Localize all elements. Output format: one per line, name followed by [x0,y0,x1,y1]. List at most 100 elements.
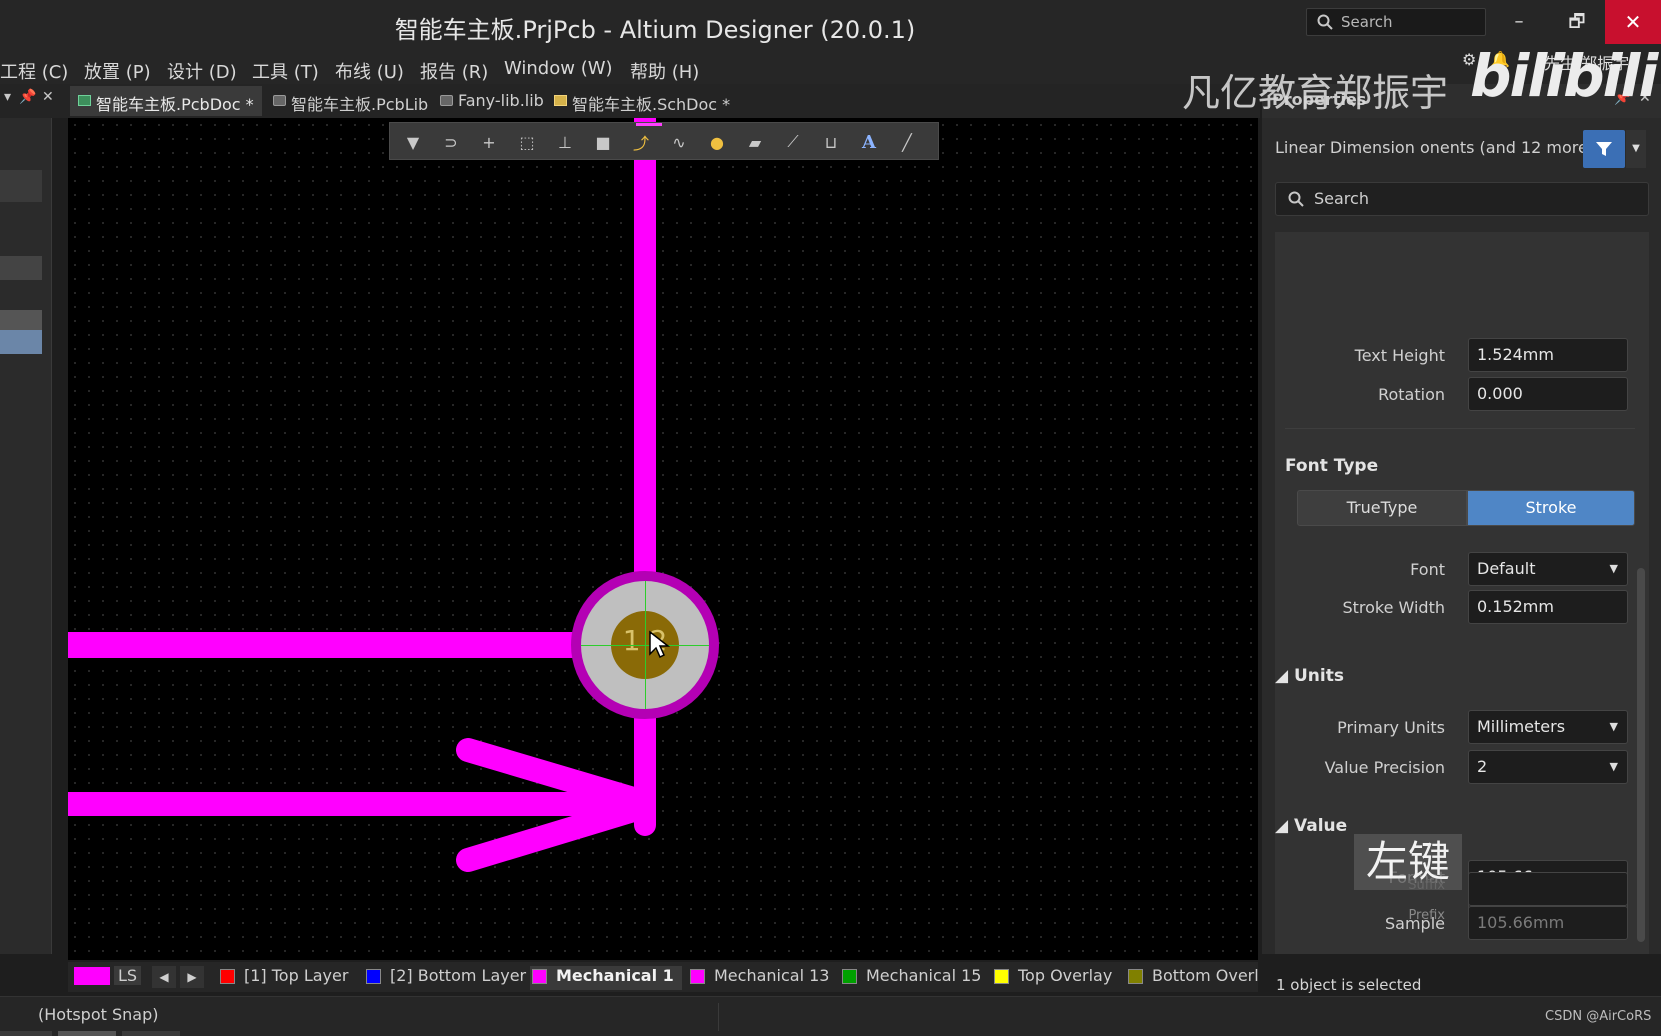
cross-icon[interactable]: + [478,131,500,153]
left-panel-selected-item[interactable] [0,330,42,354]
menu-design[interactable]: 设计 (D) [167,58,237,84]
units-section-toggle[interactable]: ◢ Units [1275,666,1344,686]
units-heading: Units [1294,666,1344,686]
stroke-toggle[interactable]: Stroke [1467,490,1635,526]
tab-schdoc[interactable]: 智能车主板.SchDoc * [546,86,738,116]
layer-set-button[interactable]: LS [114,966,142,985]
tab-fany-lib[interactable]: Fany-lib.lib [432,86,552,116]
pcb-canvas[interactable]: 1 2 [68,118,1258,960]
text-height-field[interactable]: 1.524mm [1468,338,1628,372]
panel-tab[interactable] [122,1031,180,1036]
menu-project[interactable]: 工程 (C) [0,58,68,84]
watermark-text: 凡亿教育郑振宇 [1182,71,1449,115]
font-select[interactable]: Default [1468,552,1628,586]
left-panel-item[interactable] [0,170,42,202]
mouse-cursor-icon [649,630,670,659]
selection-filter-label[interactable]: Linear Dimension onents (and 12 more) [1275,138,1594,157]
divider [1285,428,1635,429]
menu-reports[interactable]: 报告 (R) [420,58,488,84]
layer-tab-label: [2] Bottom Layer [390,966,527,985]
filter-icon [1596,142,1612,156]
layer-tab-bottom-overlay[interactable]: Bottom Overl [1126,966,1259,990]
panel-close-icon[interactable]: ✕ [42,89,54,105]
primary-units-select[interactable]: Millimeters [1468,710,1628,744]
properties-search-placeholder: Search [1314,189,1369,208]
filter-button[interactable] [1583,130,1625,168]
left-panel-item[interactable] [0,256,42,280]
layer-tab-bottom[interactable]: [2] Bottom Layer [364,966,526,990]
global-search-input[interactable]: Search [1306,8,1486,36]
component-icon[interactable]: ■ [592,131,614,153]
polygon-icon[interactable]: ▰ [744,131,766,153]
properties-scrollbar[interactable] [1637,568,1645,942]
layer-tab-top-overlay[interactable]: Top Overlay [992,966,1112,990]
rotation-label: Rotation [1378,385,1445,404]
route-icon[interactable]: ⊃ [440,131,462,153]
tab-pcblib[interactable]: 智能车主板.PcbLib [265,86,436,116]
layer-tab-label: Top Overlay [1018,966,1113,985]
font-label: Font [1410,560,1445,579]
restore-button[interactable]: 🗗 [1549,0,1605,44]
left-panel-item[interactable] [0,310,42,330]
pin-icon[interactable]: 📌 [19,89,36,105]
value-section-toggle[interactable]: ◢ Value [1275,816,1347,836]
menu-help[interactable]: 帮助 (H) [630,58,699,84]
layer-color-swatch [366,969,381,984]
rotation-field[interactable]: 0.000 [1468,377,1628,411]
menu-route[interactable]: 布线 (U) [335,58,404,84]
panel-menu-icon[interactable]: ▾ [4,89,11,105]
sample-field: 105.66mm [1468,906,1628,940]
left-panel [0,118,52,954]
layer-tab-mechanical-1[interactable]: Mechanical 1 [530,966,682,990]
value-precision-select[interactable]: 2 [1468,750,1628,784]
filter-icon[interactable]: ▼ [402,131,424,153]
bilibili-logo: bilibili [1470,42,1658,110]
interactive-route-icon[interactable]: ⤴ [630,131,652,153]
library-icon [440,95,453,106]
search-icon [1288,191,1304,207]
layer-next-button[interactable]: ▶ [180,966,204,988]
panel-tab[interactable] [58,1031,116,1036]
sample-label: Sample [1385,914,1445,933]
stroke-width-label: Stroke Width [1342,598,1445,617]
layer-tab-mechanical-13[interactable]: Mechanical 13 [688,966,829,990]
tab-label: 智能车主板.PcbLib [291,95,429,114]
layer-tab-mechanical-15[interactable]: Mechanical 15 [840,966,981,990]
tab-label: 智能车主板.PcbDoc * [96,95,254,114]
layer-prev-button[interactable]: ◀ [152,966,176,988]
select-rect-icon[interactable]: ⬚ [516,131,538,153]
global-search-placeholder: Search [1341,13,1393,31]
align-icon[interactable]: ⊥ [554,131,576,153]
via-icon[interactable]: ● [706,131,728,153]
tab-pcbdoc[interactable]: 智能车主板.PcbDoc * [70,86,262,116]
line-icon[interactable]: ╱ [896,131,918,153]
menu-window[interactable]: Window (W) [504,58,613,79]
menu-tools[interactable]: 工具 (T) [252,58,319,84]
stroke-width-field[interactable]: 0.152mm [1468,590,1628,624]
close-button[interactable]: ✕ [1605,0,1661,44]
document-tab-bar: 智能车主板.PcbDoc * 智能车主板.PcbLib Fany-lib.lib… [0,84,1260,118]
minimize-button[interactable]: – [1491,0,1547,44]
menu-place[interactable]: 放置 (P) [84,58,151,84]
current-layer-swatch[interactable] [74,967,110,985]
layer-tab-label: [1] Top Layer [244,966,349,985]
truetype-toggle[interactable]: TrueType [1297,490,1467,526]
layer-color-swatch [994,969,1009,984]
panel-tab[interactable] [0,1031,52,1036]
dimension-icon[interactable]: ⊔ [820,131,842,153]
title-bar: 智能车主板.PrjPcb - Altium Designer (20.0.1) … [0,0,1661,48]
pcb-document-icon [78,95,91,106]
snap-status: (Hotspot Snap) [38,1005,159,1024]
layer-color-swatch [690,969,705,984]
dimension-arrowhead[interactable] [68,118,768,960]
filter-dropdown[interactable]: ▼ [1626,130,1646,168]
properties-search-input[interactable]: Search [1275,182,1649,216]
mouse-hint-overlay: 左键 [1354,834,1462,890]
text-icon[interactable]: A [858,131,880,153]
tab-label: 智能车主板.SchDoc * [572,95,731,114]
length-tune-icon[interactable]: ∿ [668,131,690,153]
keepout-icon[interactable]: ⟋ [782,131,804,153]
credit-watermark: CSDN @AirCoRS [1545,1009,1652,1024]
layer-tab-top[interactable]: [1] Top Layer [218,966,348,990]
suffix-field[interactable] [1468,872,1628,906]
